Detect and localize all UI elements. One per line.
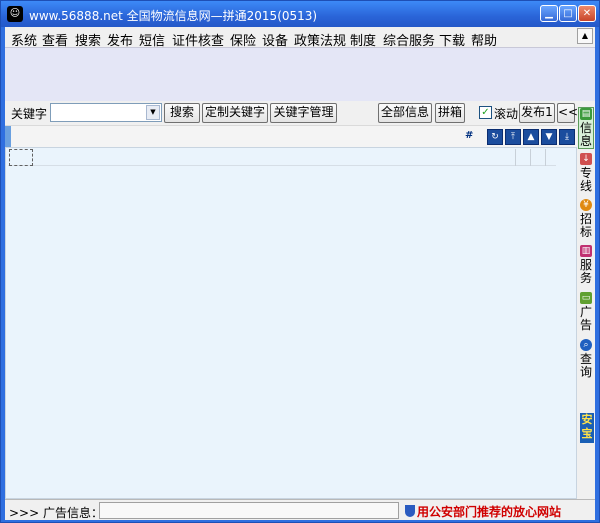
side-panel: ▤ 信息 ↓ 专线 ¥ 招标 ▥ 服务 ▭ 广告 ⌕ 查询 安宝 [577, 101, 595, 499]
info-grid[interactable] [5, 147, 577, 499]
status-bar: >>> 广告信息： 用公安部门推荐的放心网站 [5, 499, 595, 520]
grid-column-divider [545, 149, 546, 166]
banner-area [5, 47, 595, 101]
maximize-button[interactable]: □ [559, 5, 577, 22]
keyword-combobox[interactable]: ▼ [50, 103, 162, 122]
keyword-manage-button[interactable]: 关键字管理 [270, 103, 337, 123]
document-icon: ▤ [580, 108, 592, 120]
move-bottom-icon[interactable]: ⤓ [559, 129, 575, 145]
grid-column-divider [515, 149, 516, 166]
menu-bar: 系统 查看 搜索 发布 短信 证件核查 保险 设备 政策法规 制度 综合服务 下… [5, 27, 595, 49]
side-tab-line[interactable]: ↓ 专线 [578, 153, 594, 193]
client-area: 系统 查看 搜索 发布 短信 证件核查 保险 设备 政策法规 制度 综合服务 下… [5, 27, 595, 520]
download-icon: ↓ [580, 153, 592, 165]
police-shield-icon [405, 505, 415, 517]
all-info-button[interactable]: 全部信息 [378, 103, 432, 123]
custom-keyword-button[interactable]: 定制关键字 [202, 103, 268, 123]
books-icon: ▥ [580, 245, 592, 257]
side-tab-label: 查询 [579, 352, 592, 379]
app-logo-icon[interactable]: ☺ [7, 6, 23, 22]
monitor-icon: ▭ [580, 292, 592, 304]
table-cell-selected[interactable] [9, 149, 33, 166]
side-tab-label: 专线 [579, 166, 592, 193]
scroll-label: 滚动 [494, 107, 519, 121]
move-up-icon[interactable]: ▲ [523, 129, 539, 145]
scroll-checkbox[interactable]: ✓ [479, 106, 492, 119]
grid-header: # ↻ ⤒ ▲ ▼ ⤓ [5, 125, 577, 148]
side-tab-bidding[interactable]: ¥ 招标 [578, 199, 594, 239]
side-tab-info[interactable]: ▤ 信息 [578, 107, 594, 149]
app-window: ☺ www.56888.net 全国物流信息网—拼通2015(0513) ▁ □… [0, 0, 600, 523]
table-row[interactable] [8, 149, 556, 166]
title-bar[interactable]: ☺ www.56888.net 全国物流信息网—拼通2015(0513) ▁ □… [1, 1, 599, 27]
close-button[interactable]: ✕ [578, 5, 596, 22]
yen-icon: ¥ [580, 199, 592, 211]
police-recommend-link[interactable]: 用公安部门推荐的放心网站 [405, 503, 561, 520]
side-tab-label: 广告 [579, 305, 592, 332]
grid-column-divider [530, 149, 531, 166]
collapse-button[interactable]: << [557, 103, 578, 123]
refresh-icon[interactable]: ↻ [487, 129, 503, 145]
side-tab-label: 信息 [579, 121, 592, 148]
toolbar: 关键字 ▼ 搜索 定制关键字 关键字管理 全部信息 拼箱 ✓ 滚动 发布1 << [5, 101, 578, 125]
side-tab-ads[interactable]: ▭ 广告 [578, 292, 594, 332]
side-tab-label: 服务 [579, 258, 592, 285]
magnifier-icon: ⌕ [580, 339, 592, 351]
menu-scroll-up-button[interactable]: ▲ [577, 28, 593, 44]
consolidate-button[interactable]: 拼箱 [435, 103, 465, 123]
anbao-badge[interactable]: 安宝 [580, 413, 594, 443]
side-tab-service[interactable]: ▥ 服务 [578, 245, 594, 285]
side-tab-label: 招标 [579, 212, 592, 239]
keyword-label: 关键字 [11, 107, 48, 121]
chevron-down-icon[interactable]: ▼ [146, 105, 160, 120]
police-recommend-text: 用公安部门推荐的放心网站 [417, 505, 562, 519]
ad-info-field[interactable] [99, 502, 399, 519]
move-down-icon[interactable]: ▼ [541, 129, 557, 145]
grid-hash-label: # [465, 130, 474, 141]
ad-info-label: >>> 广告信息： [9, 506, 103, 520]
minimize-button[interactable]: ▁ [540, 5, 558, 22]
search-button[interactable]: 搜索 [164, 103, 200, 123]
keyword-input[interactable] [53, 105, 145, 120]
grid-header-strip [5, 126, 11, 148]
side-tab-query[interactable]: ⌕ 查询 [578, 339, 594, 379]
publish-button[interactable]: 发布1 [519, 103, 555, 123]
window-title: www.56888.net 全国物流信息网—拼通2015(0513) [29, 9, 318, 23]
move-top-icon[interactable]: ⤒ [505, 129, 521, 145]
